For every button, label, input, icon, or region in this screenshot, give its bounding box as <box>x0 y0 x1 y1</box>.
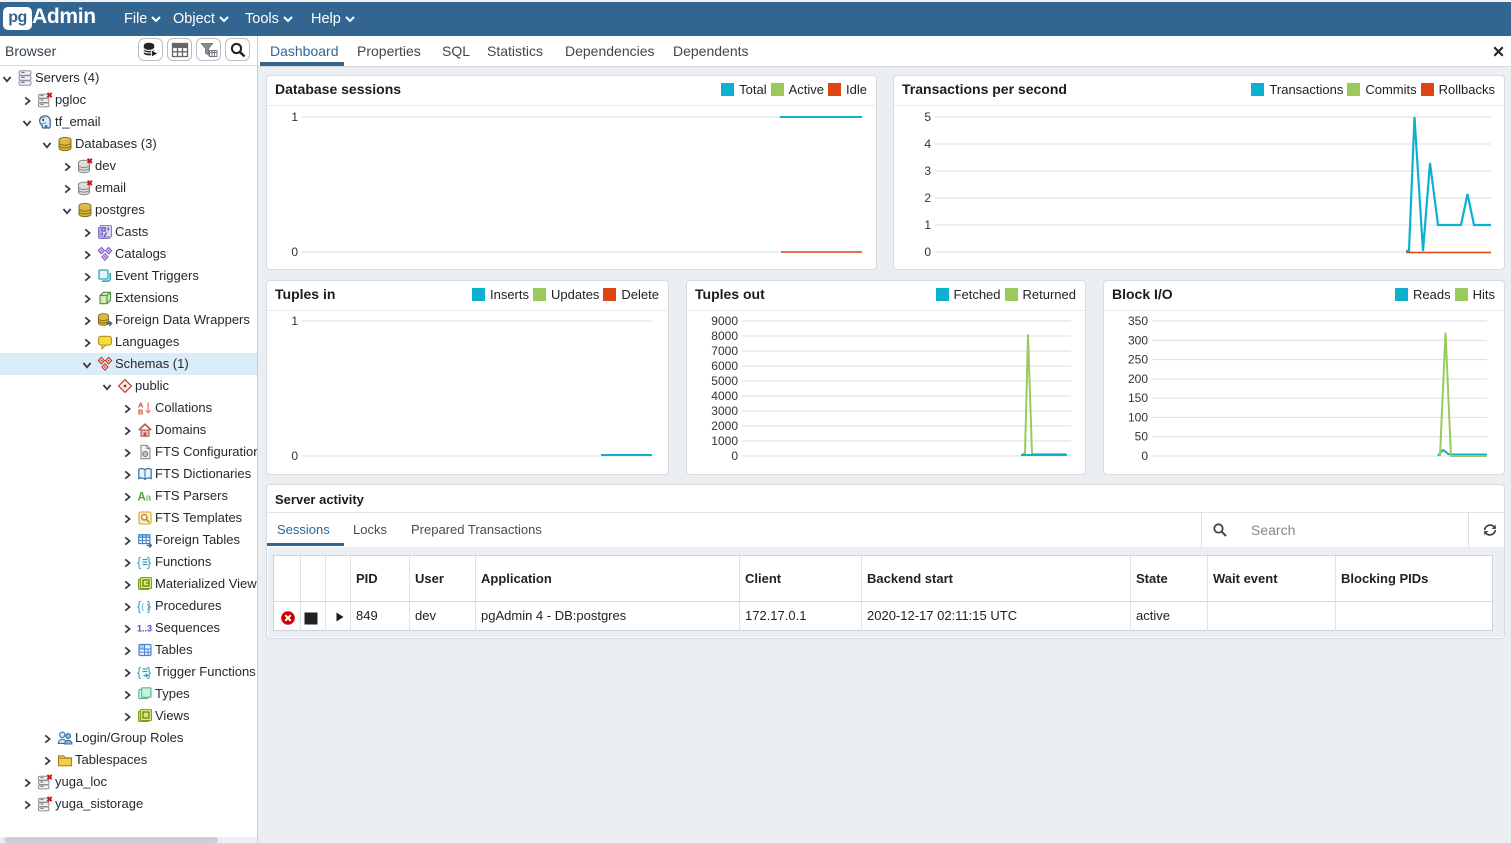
svg-text:1: 1 <box>291 110 298 124</box>
svg-text:100: 100 <box>1128 410 1148 424</box>
svg-text:A: A <box>138 492 146 504</box>
svg-text:2000: 2000 <box>711 419 738 433</box>
svg-text:9000: 9000 <box>711 314 738 328</box>
svg-text:3000: 3000 <box>711 404 738 418</box>
svg-text:5000: 5000 <box>711 374 738 388</box>
svg-text:250: 250 <box>1128 353 1148 367</box>
svg-text:}: } <box>147 666 151 680</box>
svg-text:8000: 8000 <box>711 329 738 343</box>
svg-text:4000: 4000 <box>711 389 738 403</box>
svg-text:5: 5 <box>924 110 931 124</box>
svg-text:350: 350 <box>1128 314 1148 328</box>
svg-text:50: 50 <box>1135 430 1149 444</box>
svg-text:a: a <box>146 493 152 504</box>
svg-text:1: 1 <box>291 314 298 328</box>
svg-text:0: 0 <box>924 245 931 259</box>
svg-text:( ): ( ) <box>141 602 149 612</box>
svg-text:}: } <box>147 556 151 570</box>
svg-text:300: 300 <box>1128 333 1148 347</box>
svg-text:1000: 1000 <box>711 434 738 448</box>
svg-text:2: 2 <box>924 191 931 205</box>
svg-text:0: 0 <box>731 449 738 463</box>
svg-text:150: 150 <box>1128 391 1148 405</box>
svg-text:1: 1 <box>924 218 931 232</box>
svg-text:B: B <box>138 408 144 417</box>
svg-text:0: 0 <box>291 449 298 463</box>
svg-text:4: 4 <box>924 137 931 151</box>
svg-text:7000: 7000 <box>711 344 738 358</box>
svg-text:3: 3 <box>924 164 931 178</box>
svg-text:0: 0 <box>1141 449 1148 463</box>
svg-text:1..3: 1..3 <box>137 624 152 634</box>
svg-text:0: 0 <box>291 245 298 259</box>
svg-text:{: { <box>137 666 141 680</box>
svg-text:200: 200 <box>1128 372 1148 386</box>
svg-text:{: { <box>137 556 141 570</box>
svg-text:6000: 6000 <box>711 359 738 373</box>
